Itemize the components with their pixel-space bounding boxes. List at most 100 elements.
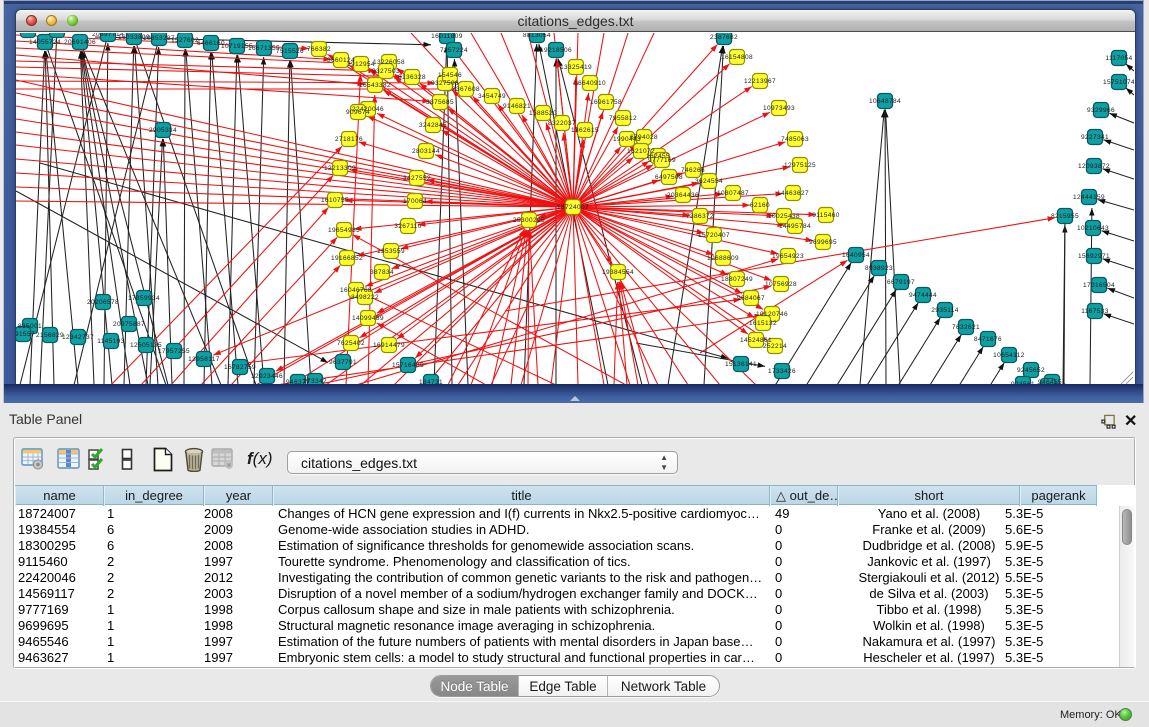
svg-text:3454749: 3454749 (478, 93, 506, 100)
svg-text:3624554: 3624554 (695, 178, 723, 185)
svg-text:62160: 62160 (750, 202, 770, 209)
svg-text:6497508: 6497508 (655, 174, 683, 181)
svg-text:835001: 835001 (18, 323, 42, 330)
svg-text:12213967: 12213967 (744, 78, 776, 85)
svg-text:17016504: 17016504 (1083, 282, 1115, 289)
svg-text:2387682: 2387682 (710, 34, 738, 41)
svg-text:3242845: 3242845 (419, 122, 447, 129)
svg-text:1362615: 1362615 (571, 127, 599, 134)
svg-text:10648784: 10648784 (869, 98, 901, 105)
svg-text:1588520: 1588520 (529, 110, 557, 117)
svg-text:2803144: 2803144 (412, 148, 440, 155)
svg-text:2935114: 2935114 (931, 307, 959, 314)
svg-text:14495784: 14495784 (779, 223, 811, 230)
svg-text:9245652: 9245652 (1017, 367, 1045, 374)
svg-text:3875685: 3875685 (426, 99, 454, 106)
svg-text:3427552: 3427552 (403, 175, 431, 182)
svg-text:16782759: 16782759 (224, 364, 256, 371)
svg-text:15751074: 15751074 (1103, 79, 1134, 86)
svg-text:19384554: 19384554 (602, 269, 634, 276)
svg-text:154546: 154546 (438, 72, 462, 79)
svg-text:10654112: 10654112 (993, 352, 1025, 359)
svg-text:16914479: 16914479 (373, 342, 405, 349)
svg-text:15136141: 15136141 (725, 361, 757, 368)
svg-text:7386372: 7386372 (686, 213, 714, 220)
svg-text:10688609: 10688609 (707, 255, 739, 262)
svg-text:9474444: 9474444 (909, 292, 937, 299)
svg-text:9227341: 9227341 (1081, 134, 1109, 141)
svg-text:9329966: 9329966 (1087, 107, 1115, 114)
svg-text:20364436: 20364436 (667, 192, 699, 199)
svg-text:10973493: 10973493 (763, 105, 795, 112)
svg-text:6679197: 6679197 (887, 279, 915, 286)
svg-text:391557: 391557 (16, 331, 35, 338)
svg-text:12342737: 12342737 (62, 334, 94, 341)
svg-text:8136328: 8136328 (398, 74, 426, 81)
svg-text:2367608: 2367608 (452, 86, 480, 93)
svg-text:252214: 252214 (763, 343, 787, 350)
svg-text:7632621: 7632621 (952, 324, 980, 331)
svg-text:8215955: 8215955 (1051, 213, 1079, 220)
svg-text:20691406: 20691406 (64, 39, 96, 46)
svg-text:1610755: 1610755 (321, 197, 349, 204)
svg-text:19654923: 19654923 (772, 253, 804, 260)
svg-text:12975125: 12975125 (784, 162, 816, 169)
svg-text:9115460: 9115460 (812, 212, 840, 219)
svg-text:12444159: 12444159 (1073, 194, 1105, 201)
svg-text:10756928: 10756928 (765, 281, 797, 288)
svg-text:7357224: 7357224 (440, 47, 468, 54)
svg-text:16640910: 16640910 (574, 80, 606, 87)
svg-text:17359934: 17359934 (128, 295, 160, 302)
svg-text:20206578: 20206578 (87, 299, 119, 306)
svg-text:8322037: 8322037 (548, 120, 576, 127)
svg-text:20975887: 20975887 (113, 321, 145, 328)
svg-text:15716485: 15716485 (392, 362, 424, 369)
svg-text:9146821: 9146821 (503, 103, 531, 110)
svg-text:18724007: 18724007 (557, 204, 589, 211)
svg-text:7955812: 7955812 (609, 115, 637, 122)
svg-text:1733426: 1733426 (768, 368, 796, 375)
svg-text:7625402: 7625402 (337, 340, 365, 347)
svg-text:6794028: 6794028 (630, 134, 658, 141)
svg-text:1615132: 1615132 (749, 320, 777, 327)
svg-text:15720407: 15720407 (698, 232, 730, 239)
svg-text:10210643: 10210643 (1077, 225, 1109, 232)
svg-text:8350014: 8350014 (16, 33, 42, 34)
svg-text:8813054: 8813054 (523, 33, 551, 39)
svg-text:9777169: 9777169 (648, 157, 676, 164)
svg-text:12923446: 12923446 (251, 373, 283, 380)
svg-text:9699695: 9699695 (809, 239, 837, 246)
svg-text:14099489: 14099489 (352, 315, 384, 322)
svg-text:14055724: 14055724 (29, 39, 61, 46)
svg-text:16046768: 16046768 (340, 287, 372, 294)
svg-text:19218506: 19218506 (540, 47, 572, 54)
svg-text:387834: 387834 (370, 269, 394, 276)
svg-text:19166852: 19166852 (331, 255, 363, 262)
svg-text:25300295: 25300295 (513, 217, 545, 224)
svg-text:14463627: 14463627 (777, 190, 809, 197)
svg-text:170064: 170064 (403, 198, 427, 205)
svg-text:1605572: 1605572 (43, 33, 71, 34)
svg-text:13325419: 13325419 (560, 64, 592, 71)
svg-text:9327503: 9327503 (372, 68, 400, 75)
svg-text:1353559: 1353559 (377, 248, 405, 255)
svg-text:1167533: 1167533 (1081, 308, 1109, 315)
svg-text:16011809: 16011809 (431, 33, 463, 40)
svg-text:16154808: 16154808 (721, 54, 753, 61)
svg-text:3267110: 3267110 (394, 223, 422, 230)
svg-text:2718176: 2718176 (335, 136, 363, 143)
svg-text:9684067: 9684067 (737, 295, 765, 302)
svg-text:1640954: 1640954 (842, 252, 870, 259)
svg-text:1117054: 1117054 (1105, 55, 1132, 62)
svg-text:2905334: 2905334 (149, 127, 177, 134)
svg-text:12213309: 12213309 (324, 165, 356, 172)
svg-text:3498222: 3498222 (351, 294, 379, 301)
svg-text:13958117: 13958117 (188, 356, 220, 363)
svg-text:1527602: 1527602 (171, 37, 199, 44)
svg-text:10807487: 10807487 (717, 190, 749, 197)
svg-text:18807249: 18807249 (721, 276, 753, 283)
svg-text:10025438: 10025438 (768, 213, 800, 220)
svg-text:12093872: 12093872 (1078, 163, 1110, 170)
svg-text:8938923: 8938923 (865, 265, 893, 272)
svg-text:766382: 766382 (307, 46, 331, 53)
